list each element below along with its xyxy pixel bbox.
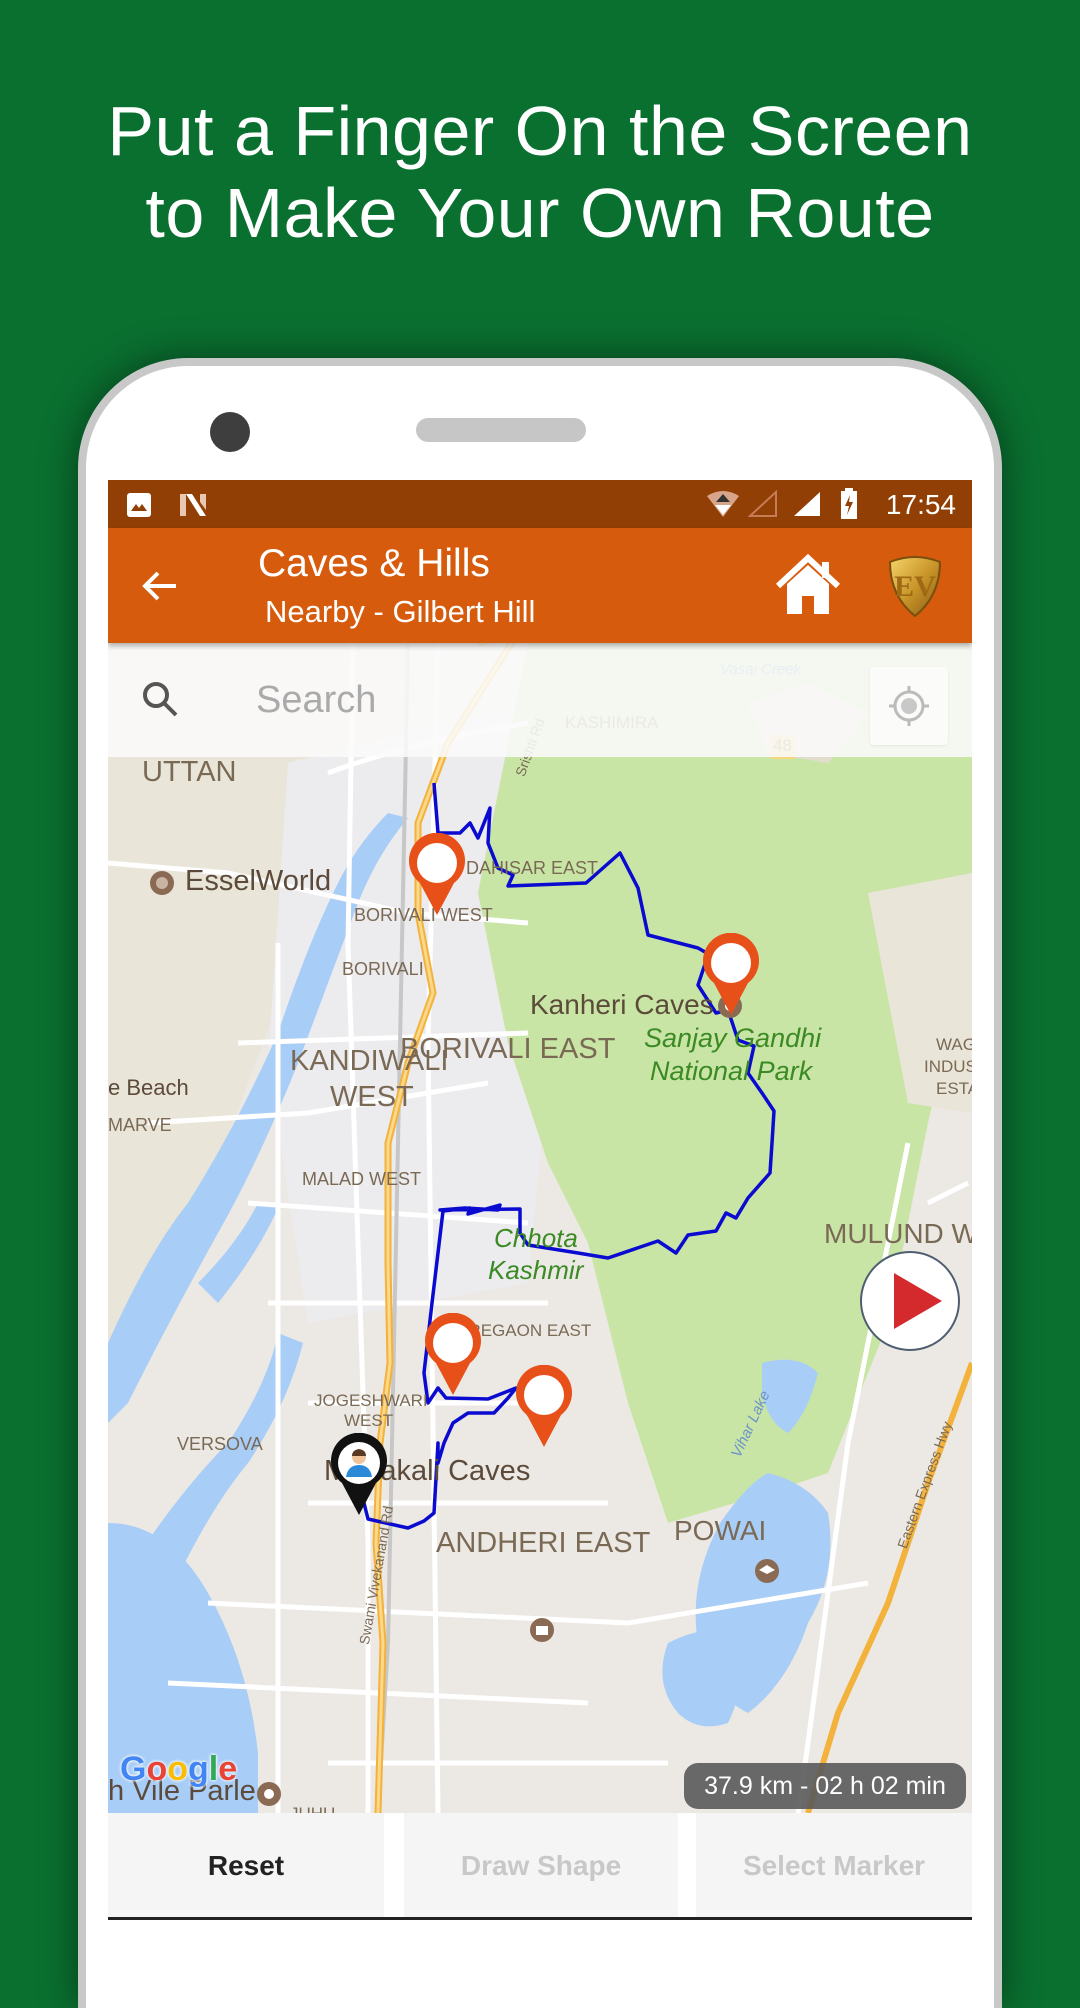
map-label-powai: POWAI — [674, 1515, 767, 1546]
signal-empty-icon — [748, 490, 777, 517]
my-location-button[interactable] — [870, 667, 948, 745]
svg-text:EV: EV — [894, 570, 936, 603]
app-subtitle: Nearby - Gilbert Hill — [265, 594, 536, 629]
status-bar: 17:54 — [108, 480, 972, 528]
route-distance-time: 37.9 km - 02 h 02 min — [684, 1763, 966, 1809]
map-label-dahisar-east: DAHISAR EAST — [466, 858, 599, 878]
map-label-malad-west: MALAD WEST — [302, 1169, 422, 1189]
app-title: Caves & Hills — [258, 542, 490, 585]
map-label-national-park: National Park — [650, 1056, 813, 1086]
promo-line-1: Put a Finger On the Screen — [107, 92, 973, 170]
jogeshwari-marker[interactable] — [422, 1313, 484, 1397]
promo-headline: Put a Finger On the Screen to Make Your … — [0, 90, 1080, 254]
phone-screen: 17:54 Caves & Hills Nearby - Gilbert Hil… — [108, 480, 972, 1917]
mahakali-caves-marker[interactable] — [513, 1365, 575, 1449]
wifi-icon — [707, 491, 739, 517]
search-bar — [108, 643, 972, 757]
home-icon[interactable] — [774, 552, 842, 620]
map-label-kashmir: Kashmir — [488, 1255, 584, 1285]
map-label-kandiwali-west: WEST — [330, 1081, 414, 1113]
draw-shape-button[interactable]: Draw Shape — [404, 1813, 678, 1917]
map-label-borivali: BORIVALI — [342, 959, 424, 979]
bottom-action-bar: Reset Draw Shape Select Marker — [108, 1813, 972, 1917]
crosshair-icon — [889, 686, 929, 726]
search-icon[interactable] — [140, 679, 180, 719]
ev-shield-logo[interactable]: EV — [886, 554, 944, 618]
arrow-left-icon[interactable] — [136, 562, 184, 610]
phone-camera — [210, 412, 250, 452]
search-input[interactable] — [254, 671, 758, 729]
user-location-marker[interactable] — [328, 1433, 390, 1517]
image-icon — [127, 493, 151, 517]
promo-line-2: to Make Your Own Route — [145, 174, 935, 252]
map-label-sanjay-gandhi: Sanjay Gandhi — [644, 1023, 822, 1053]
map-label-indust: INDUST — [924, 1057, 972, 1076]
map-label-beach: e Beach — [108, 1075, 189, 1100]
map-label-kandiwali: KANDIWALI — [290, 1045, 449, 1077]
app-bar: Caves & Hills Nearby - Gilbert Hill EV — [108, 528, 972, 643]
map-label-marve: MARVE — [108, 1115, 172, 1135]
map-label-kanheri-caves: Kanheri Caves — [530, 989, 714, 1020]
map-label-jogeshwari: JOGESHWARI — [314, 1391, 428, 1410]
map-label-wag: WAG — [936, 1035, 972, 1054]
kanheri-caves-marker[interactable] — [700, 933, 762, 1017]
phone-speaker — [416, 418, 586, 442]
map-view[interactable]: UTTAN DAHISAR EAST BORIVALI WEST BORIVAL… — [108, 643, 972, 1813]
signal-full-icon — [794, 492, 820, 516]
map-label-esta: ESTA — [936, 1079, 972, 1098]
map-label-uttan: UTTAN — [142, 756, 237, 788]
map-label-chhota: Chhota — [494, 1223, 578, 1253]
select-marker-button[interactable]: Select Marker — [696, 1813, 972, 1917]
play-button[interactable] — [860, 1251, 960, 1351]
play-icon — [894, 1273, 942, 1329]
map-label-jogeshwari-west: WEST — [344, 1411, 394, 1430]
map-label-esselworld: EsselWorld — [185, 865, 332, 897]
reset-button[interactable]: Reset — [108, 1813, 384, 1917]
n-notification-icon — [180, 494, 206, 516]
map-label-mulund-w: MULUND W — [824, 1218, 972, 1249]
map-label-andheri-east: ANDHERI EAST — [436, 1527, 651, 1559]
status-time: 17:54 — [885, 489, 956, 520]
battery-charging-icon — [841, 488, 857, 519]
google-logo: Google — [120, 1750, 238, 1788]
map-label-versova: VERSOVA — [177, 1434, 263, 1454]
map-label-juhu: JUHU — [290, 1804, 335, 1813]
borivali-west-marker[interactable] — [406, 833, 468, 917]
